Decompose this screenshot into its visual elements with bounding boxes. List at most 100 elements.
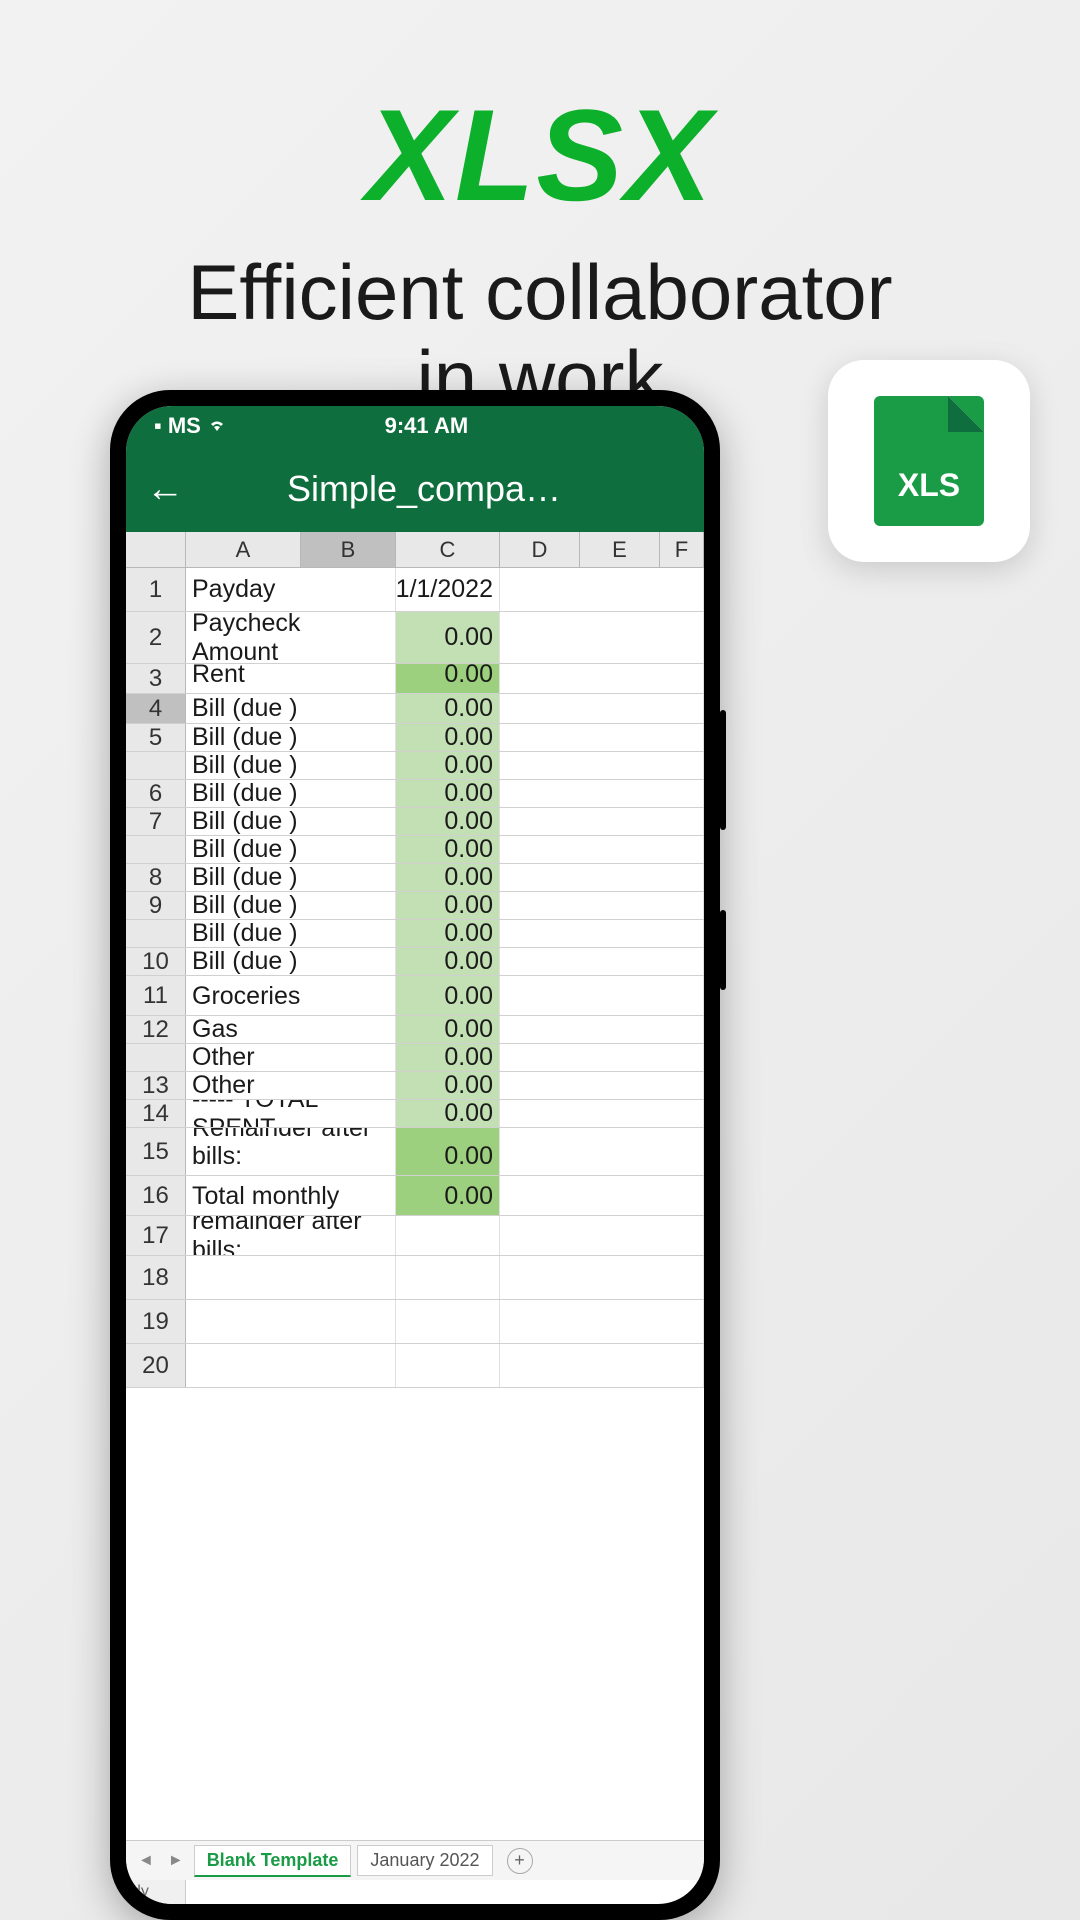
row-header[interactable]: 9 (126, 892, 186, 919)
cell[interactable] (186, 1256, 396, 1299)
cell[interactable]: 0.00 (396, 1016, 500, 1043)
row-header[interactable]: 4 (126, 694, 186, 723)
cell[interactable] (500, 694, 704, 723)
tab-prev-icon[interactable]: ◄ (134, 1852, 158, 1870)
cell[interactable]: 0.00 (396, 920, 500, 947)
cell[interactable] (396, 1344, 500, 1387)
cell[interactable]: 0.00 (396, 1100, 500, 1127)
cell[interactable] (500, 892, 704, 919)
cell[interactable] (500, 976, 704, 1015)
row-header[interactable]: 1 (126, 568, 186, 611)
row-header[interactable]: 6 (126, 780, 186, 807)
cell[interactable] (396, 1300, 500, 1343)
row-header[interactable] (126, 920, 186, 947)
cell[interactable]: 0.00 (396, 724, 500, 751)
add-sheet-button[interactable]: + (507, 1848, 533, 1874)
tab-next-icon[interactable]: ► (164, 1852, 188, 1870)
row-header[interactable]: 8 (126, 864, 186, 891)
cell[interactable]: 0.00 (396, 836, 500, 863)
cell[interactable] (500, 920, 704, 947)
cell[interactable]: 0.00 (396, 694, 500, 723)
cell[interactable]: 0.00 (396, 864, 500, 891)
cell[interactable]: Bill (due ) (186, 752, 396, 779)
row-header[interactable]: 10 (126, 948, 186, 975)
cell[interactable] (500, 1216, 704, 1255)
cell[interactable] (500, 1256, 704, 1299)
cell[interactable] (500, 1128, 704, 1175)
cell[interactable]: Bill (due ) (186, 724, 396, 751)
sheet-tab-other[interactable]: January 2022 (357, 1845, 492, 1876)
sheet-body[interactable]: 1Payday1/1/20222Paycheck Amount0.003Rent… (126, 568, 704, 1840)
cell[interactable] (500, 864, 704, 891)
cell[interactable] (500, 1176, 704, 1215)
cell[interactable]: Gas (186, 1016, 396, 1043)
cell[interactable] (500, 836, 704, 863)
row-header[interactable]: 2 (126, 612, 186, 663)
cell[interactable]: 0.00 (396, 976, 500, 1015)
cell[interactable]: Rent (186, 664, 396, 693)
cell[interactable] (500, 568, 704, 611)
cell[interactable]: 0.00 (396, 1044, 500, 1071)
sheet-tab-active[interactable]: Blank Template (194, 1845, 352, 1877)
cell[interactable]: Payday (186, 568, 396, 611)
cell[interactable]: Bill (due ) (186, 780, 396, 807)
row-header[interactable]: 12 (126, 1016, 186, 1043)
row-header[interactable]: 15 (126, 1128, 186, 1175)
col-header-C[interactable]: C (396, 532, 500, 567)
cell[interactable] (396, 1216, 500, 1255)
row-header[interactable]: 17 (126, 1216, 186, 1255)
cell[interactable]: Bill (due ) (186, 864, 396, 891)
cell[interactable]: 0.00 (396, 612, 500, 663)
col-header-B[interactable]: B (301, 532, 396, 567)
row-header[interactable]: 18 (126, 1256, 186, 1299)
cell[interactable]: 1/1/2022 (396, 568, 500, 611)
cell[interactable]: Bill (due ) (186, 920, 396, 947)
cell[interactable] (500, 1344, 704, 1387)
row-header[interactable]: 7 (126, 808, 186, 835)
cell[interactable]: 0.00 (396, 752, 500, 779)
cell[interactable]: Remainder after bills: (186, 1128, 396, 1175)
cell[interactable]: Groceries (186, 976, 396, 1015)
cell[interactable]: Bill (due ) (186, 808, 396, 835)
row-header[interactable]: 5 (126, 724, 186, 751)
cell[interactable] (500, 1300, 704, 1343)
col-header-F[interactable]: F (660, 532, 704, 567)
row-header[interactable]: 11 (126, 976, 186, 1015)
row-header[interactable] (126, 752, 186, 779)
row-header[interactable] (126, 836, 186, 863)
row-header[interactable]: 13 (126, 1072, 186, 1099)
row-header[interactable]: 16 (126, 1176, 186, 1215)
cell[interactable]: remainder after bills: (186, 1216, 396, 1255)
cell[interactable]: Bill (due ) (186, 836, 396, 863)
cell[interactable]: Paycheck Amount (186, 612, 396, 663)
cell[interactable] (500, 1044, 704, 1071)
cell[interactable]: 0.00 (396, 1072, 500, 1099)
col-header-D[interactable]: D (500, 532, 580, 567)
cell[interactable] (186, 1344, 396, 1387)
cell[interactable]: 0.00 (396, 664, 500, 693)
cell[interactable]: Other (186, 1044, 396, 1071)
row-header[interactable] (126, 1044, 186, 1071)
cell[interactable] (500, 612, 704, 663)
cell[interactable]: Bill (due ) (186, 892, 396, 919)
cell[interactable]: Other (186, 1072, 396, 1099)
cell[interactable] (500, 1072, 704, 1099)
cell[interactable] (500, 808, 704, 835)
back-arrow-icon[interactable]: ← (146, 468, 184, 511)
cell[interactable]: 0.00 (396, 1176, 500, 1215)
cell[interactable] (500, 664, 704, 693)
row-header[interactable]: 14 (126, 1100, 186, 1127)
cell[interactable]: Bill (due ) (186, 694, 396, 723)
corner-cell[interactable] (126, 532, 186, 567)
row-header[interactable]: 20 (126, 1344, 186, 1387)
cell[interactable] (500, 948, 704, 975)
cell[interactable] (500, 1016, 704, 1043)
col-header-E[interactable]: E (580, 532, 660, 567)
col-header-A[interactable]: A (186, 532, 301, 567)
cell[interactable] (500, 752, 704, 779)
cell[interactable]: ----- TOTAL SPENT ---- (186, 1100, 396, 1127)
cell[interactable]: Bill (due ) (186, 948, 396, 975)
cell[interactable]: 0.00 (396, 808, 500, 835)
cell[interactable]: 0.00 (396, 780, 500, 807)
row-header[interactable]: 19 (126, 1300, 186, 1343)
